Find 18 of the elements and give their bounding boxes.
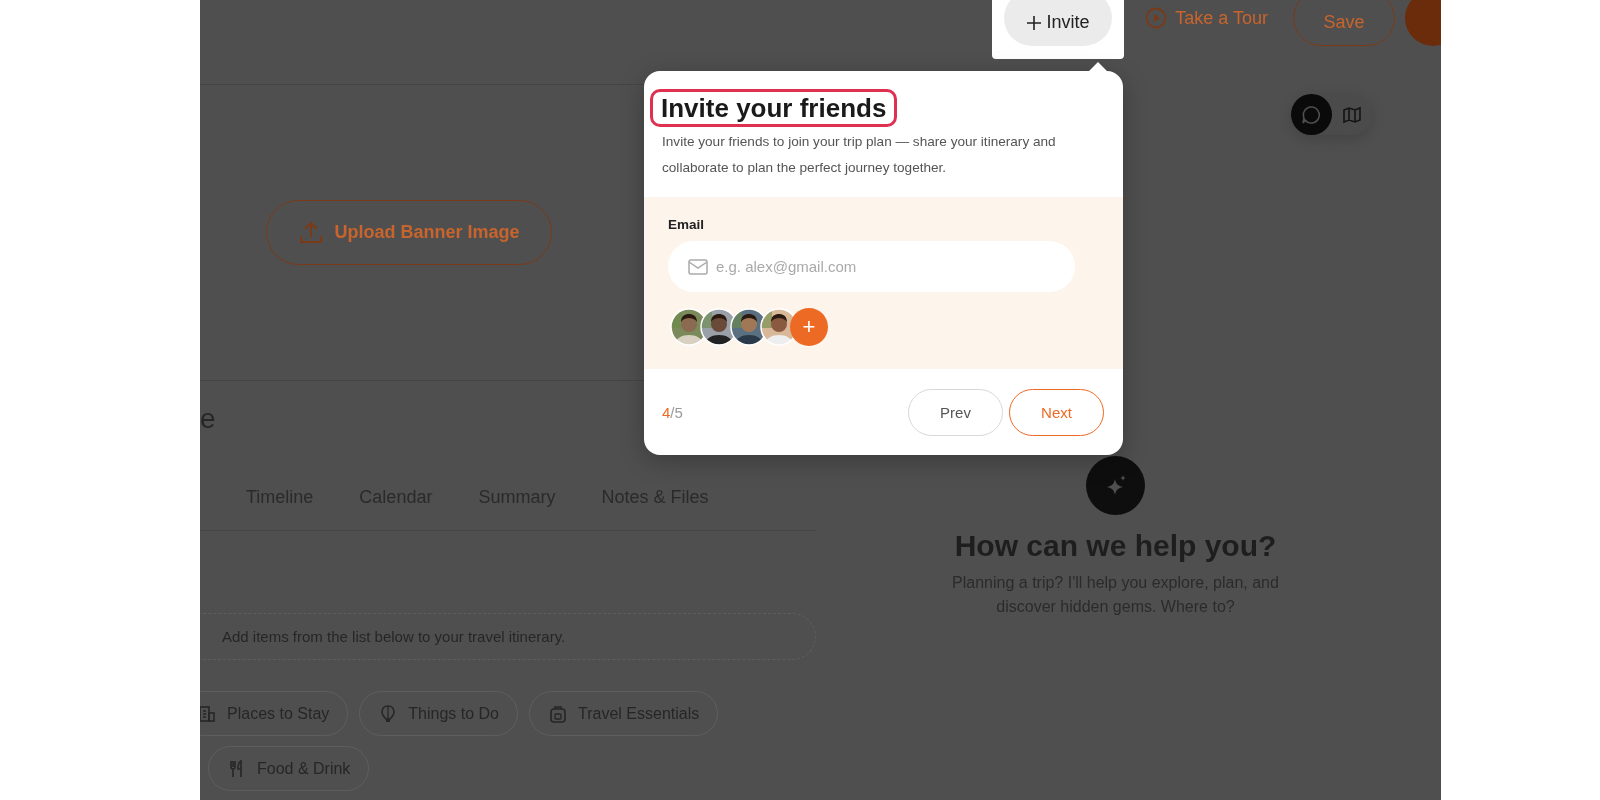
email-field[interactable]: e.g. alex@gmail.com bbox=[668, 241, 1075, 292]
next-button[interactable]: Next bbox=[1009, 388, 1104, 436]
chat-icon bbox=[1301, 104, 1322, 125]
upload-icon bbox=[298, 219, 325, 246]
invite-button[interactable]: Invite bbox=[1004, 0, 1112, 46]
building-icon bbox=[200, 703, 217, 724]
bag-icon bbox=[548, 703, 568, 724]
email-label: Email bbox=[668, 217, 706, 232]
popup-title: Invite your friends bbox=[650, 89, 898, 127]
popup-description: Invite your friends to join your trip plan — share your itinerary and collaborate to plan the perfect journey together. bbox=[662, 133, 1057, 177]
map-icon bbox=[1342, 105, 1361, 124]
take-a-tour-button[interactable]: Take a Tour bbox=[1145, 0, 1268, 36]
prev-button[interactable]: Prev bbox=[908, 388, 1003, 436]
chat-view-button[interactable] bbox=[1291, 94, 1332, 135]
step-counter: 4/5 bbox=[662, 403, 684, 421]
plus-icon bbox=[1026, 14, 1043, 31]
play-icon bbox=[1145, 7, 1168, 29]
add-friend-button[interactable]: + bbox=[790, 308, 828, 346]
